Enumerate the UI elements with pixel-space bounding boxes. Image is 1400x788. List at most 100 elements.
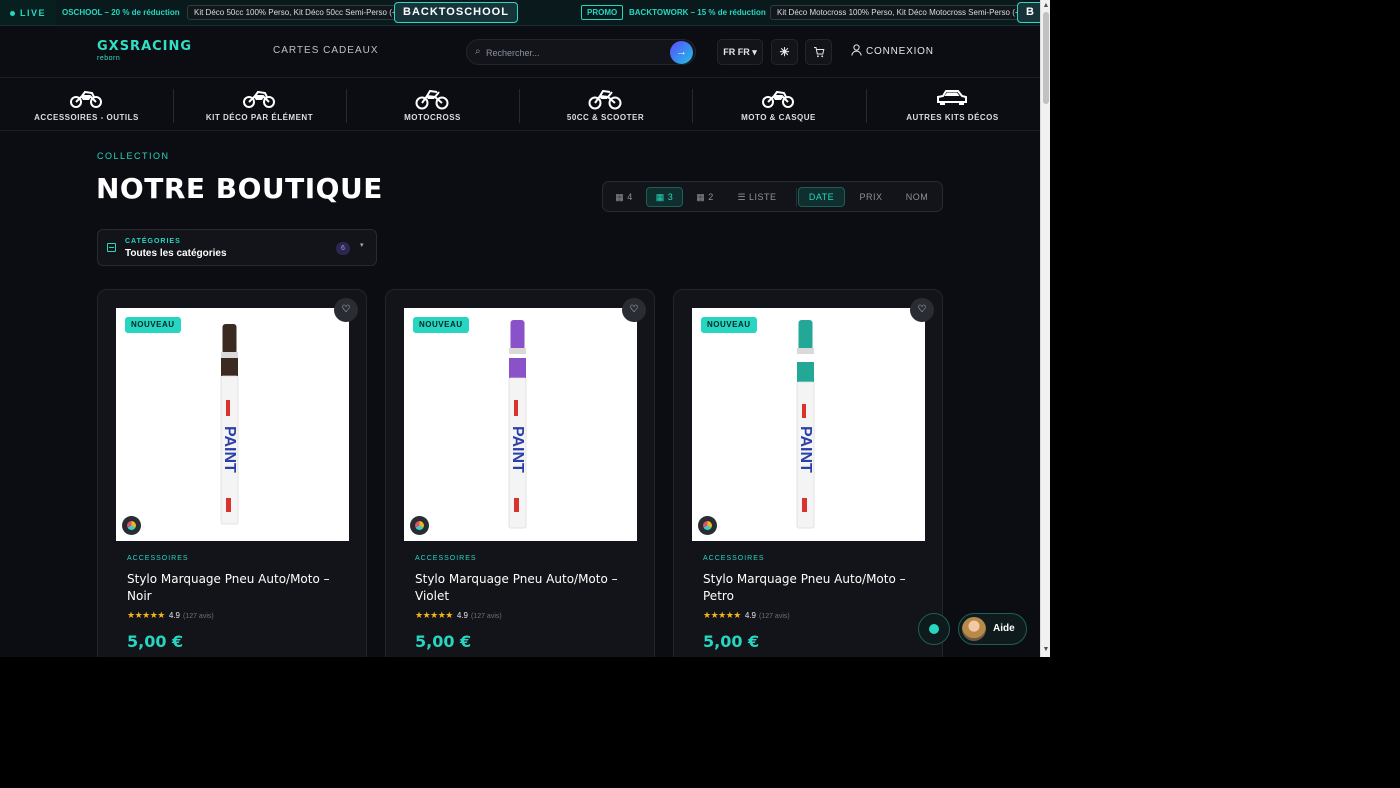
ticker-promo-badge: PROMO bbox=[581, 5, 624, 20]
heart-icon[interactable]: ♡ bbox=[910, 298, 934, 322]
sun-icon: ☀ bbox=[779, 45, 790, 59]
language-selector[interactable]: FR FR ▾ bbox=[717, 39, 763, 65]
color-swatch-icon bbox=[410, 516, 429, 535]
ticker-code-text: OSCHOOL – 20 % de réduction bbox=[62, 8, 180, 17]
sort-price-button[interactable]: PRIX bbox=[852, 187, 890, 207]
avatar bbox=[962, 617, 986, 641]
scrollbar-thumb[interactable] bbox=[1043, 12, 1049, 104]
grid-4-button[interactable]: ▦ 4 bbox=[609, 187, 639, 207]
scroll-down-icon[interactable]: ▼ bbox=[1042, 645, 1050, 655]
sort-date-button[interactable]: DATE bbox=[798, 187, 845, 207]
nav-item-accessoires[interactable]: ACCESSOIRES - OUTILS bbox=[0, 79, 173, 131]
help-button[interactable]: Aide bbox=[958, 613, 1027, 645]
live-label: LIVE bbox=[20, 8, 47, 18]
nav-item-label: MOTOCROSS bbox=[404, 113, 461, 122]
site-header: GXSRACING reborn CARTES CADEAUX ⌕ → FR F… bbox=[0, 26, 1040, 78]
live-badge: LIVE bbox=[0, 0, 56, 25]
product-card[interactable]: PAINT NOUVEAU ♡ ACCESSOIRES Stylo Marqua… bbox=[97, 289, 367, 657]
new-badge: NOUVEAU bbox=[413, 317, 469, 333]
live-dot-icon bbox=[10, 11, 15, 17]
nav-item-moto-casque[interactable]: MOTO & CASQUE bbox=[692, 79, 865, 131]
theme-toggle-button[interactable]: ☀ bbox=[771, 39, 798, 65]
user-icon bbox=[851, 44, 862, 56]
nav-item-label: KIT DÉCO PAR ÉLÉMENT bbox=[205, 113, 314, 122]
browser-viewport: LIVE OSCHOOL – 20 % de réduction Kit Déc… bbox=[0, 0, 1040, 657]
scrollbar[interactable]: ▲ ▼ bbox=[1040, 0, 1050, 657]
search-bar: ⌕ → bbox=[466, 39, 696, 65]
rating-score: 4.9 bbox=[168, 611, 180, 620]
category-count-badge: 6 bbox=[336, 242, 350, 255]
motorcycle-icon bbox=[762, 90, 794, 108]
site-logo[interactable]: GXSRACING bbox=[97, 40, 192, 53]
dirtbike-icon bbox=[415, 89, 449, 110]
cart-icon bbox=[813, 47, 824, 58]
product-image[interactable]: PAINT NOUVEAU bbox=[692, 308, 925, 541]
product-name[interactable]: Stylo Marquage Pneu Auto/Moto – Violet bbox=[415, 571, 635, 605]
ticker-promo-code[interactable]: B bbox=[1017, 2, 1040, 23]
search-icon: ⌕ bbox=[475, 46, 481, 57]
nav-item-motocross[interactable]: MOTOCROSS bbox=[346, 79, 519, 131]
nav-item-label: MOTO & CASQUE bbox=[741, 113, 816, 122]
chevron-down-icon: ▾ bbox=[360, 242, 364, 249]
product-name[interactable]: Stylo Marquage Pneu Auto/Moto – Noir bbox=[127, 571, 347, 605]
list-view-button[interactable]: ☰ LISTE bbox=[729, 187, 785, 207]
cart-button[interactable] bbox=[805, 39, 832, 65]
paint-marker-image: PAINT bbox=[796, 320, 815, 529]
login-label: CONNEXION bbox=[866, 46, 934, 57]
color-swatch-icon bbox=[698, 516, 717, 535]
star-icons: ★★★★★ bbox=[703, 610, 741, 620]
product-category: ACCESSOIRES bbox=[127, 555, 189, 562]
product-category: ACCESSOIRES bbox=[415, 555, 477, 562]
star-icons: ★★★★★ bbox=[415, 610, 453, 620]
scroll-up-icon[interactable]: ▲ bbox=[1042, 1, 1050, 11]
ticker-pill[interactable]: Kit Déco 50cc 100% Perso, Kit Déco 50cc … bbox=[187, 5, 411, 20]
car-icon bbox=[937, 90, 967, 105]
ticker-code-text: BACKTOWORK – 15 % de réduction bbox=[629, 8, 766, 17]
new-badge: NOUVEAU bbox=[701, 317, 757, 333]
paint-label: PAINT bbox=[221, 426, 238, 473]
site-logo-tagline: reborn bbox=[97, 55, 121, 62]
grid-2-button[interactable]: ▦ 2 bbox=[690, 187, 720, 207]
heart-icon[interactable]: ♡ bbox=[334, 298, 358, 322]
product-category: ACCESSOIRES bbox=[703, 555, 765, 562]
grid-3-button[interactable]: ▦ 3 bbox=[646, 187, 683, 207]
product-image[interactable]: PAINT NOUVEAU bbox=[116, 308, 349, 541]
ticker-pill[interactable]: Kit Déco Motocross 100% Perso, Kit Déco … bbox=[770, 5, 1034, 20]
product-image[interactable]: PAINT NOUVEAU bbox=[404, 308, 637, 541]
promo-ticker: LIVE OSCHOOL – 20 % de réduction Kit Déc… bbox=[0, 0, 1040, 26]
category-nav: ACCESSOIRES - OUTILS KIT DÉCO PAR ÉLÉMEN… bbox=[0, 79, 1040, 131]
paint-marker-image: PAINT bbox=[508, 320, 527, 529]
product-card[interactable]: PAINT NOUVEAU ♡ ACCESSOIRES Stylo Marqua… bbox=[673, 289, 943, 657]
motorcycle-icon bbox=[243, 90, 275, 108]
product-rating: ★★★★★ 4.9 (127 avis) bbox=[703, 610, 790, 621]
category-filter-dropdown[interactable]: CATÉGORIES Toutes les catégories 6 ▾ bbox=[97, 229, 377, 266]
section-eyebrow: COLLECTION bbox=[97, 151, 170, 161]
nav-item-label: 50CC & SCOOTER bbox=[566, 113, 645, 122]
category-filter-value: Toutes les catégories bbox=[125, 248, 227, 259]
search-submit-button[interactable]: → bbox=[670, 41, 693, 64]
paint-marker-image: PAINT bbox=[220, 324, 239, 525]
product-name[interactable]: Stylo Marquage Pneu Auto/Moto – Petro bbox=[703, 571, 923, 605]
nav-item-label: AUTRES KITS DÉCOS bbox=[906, 113, 999, 122]
product-card[interactable]: PAINT NOUVEAU ♡ ACCESSOIRES Stylo Marqua… bbox=[385, 289, 655, 657]
sort-name-button[interactable]: NOM bbox=[897, 187, 937, 207]
product-rating: ★★★★★ 4.9 (127 avis) bbox=[415, 610, 502, 621]
gift-cards-link[interactable]: CARTES CADEAUX bbox=[273, 45, 379, 56]
nav-item-kit-deco[interactable]: KIT DÉCO PAR ÉLÉMENT bbox=[173, 79, 346, 131]
color-swatch-icon bbox=[122, 516, 141, 535]
dirtbike-icon bbox=[588, 89, 622, 110]
nav-item-50cc-scooter[interactable]: 50CC & SCOOTER bbox=[519, 79, 692, 131]
login-link[interactable]: CONNEXION bbox=[851, 44, 934, 57]
category-icon bbox=[107, 243, 116, 252]
motorcycle-icon bbox=[70, 90, 102, 108]
review-count: (127 avis) bbox=[470, 613, 502, 620]
star-icons: ★★★★★ bbox=[127, 610, 165, 620]
rating-score: 4.9 bbox=[456, 611, 468, 620]
heart-icon[interactable]: ♡ bbox=[622, 298, 646, 322]
product-rating: ★★★★★ 4.9 (127 avis) bbox=[127, 610, 214, 621]
chat-bubble-button[interactable] bbox=[918, 613, 950, 645]
search-input[interactable] bbox=[486, 44, 666, 61]
nav-item-autres-kits[interactable]: AUTRES KITS DÉCOS bbox=[866, 79, 1039, 131]
review-count: (127 avis) bbox=[758, 613, 790, 620]
ticker-promo-code[interactable]: BACKTOSCHOOL bbox=[394, 2, 518, 23]
